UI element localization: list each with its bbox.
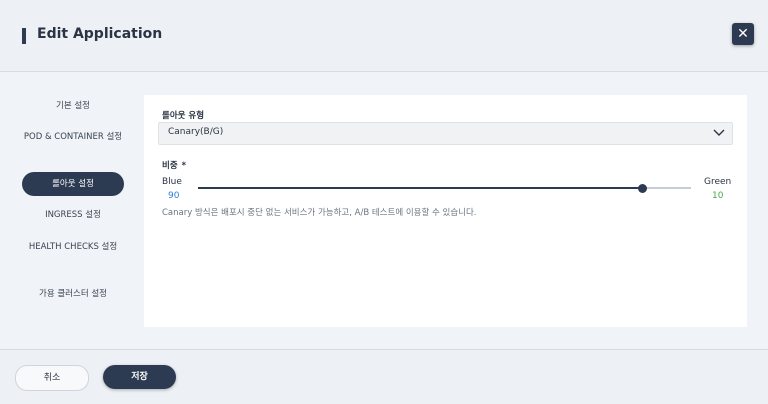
save-button[interactable]: 저장 (103, 365, 176, 389)
chevron-down-icon (713, 129, 725, 136)
sidebar-item-ingress[interactable]: INGRESS 설정 (22, 208, 124, 223)
close-button[interactable]: ✕ (732, 23, 754, 45)
weight-slider-fill (198, 187, 642, 189)
sidebar-item-basic[interactable]: 기본 설정 (22, 99, 124, 114)
sidebar-item-rollout[interactable]: 롤아웃 설정 (22, 172, 124, 196)
weight-label-text: 비중 (162, 161, 178, 171)
page-title: Edit Application (37, 26, 163, 42)
close-icon: ✕ (737, 26, 749, 42)
green-value: 10 (712, 191, 724, 201)
weight-slider-track[interactable] (198, 187, 691, 189)
sidebar-item-pod-container[interactable]: POD & CONTAINER 설정 (22, 130, 124, 145)
rollout-description: Canary 방식은 배포시 중단 없는 서비스가 가능하고, A/B 테스트에… (162, 208, 477, 218)
sidebar-item-clusters[interactable]: 가용 클러스터 설정 (22, 287, 124, 302)
required-mark: * (181, 161, 187, 171)
weight-slider-handle[interactable] (638, 184, 647, 193)
dialog-header: Edit Application ✕ (0, 0, 768, 72)
blue-value: 90 (168, 191, 180, 201)
rollout-type-label: 롤아웃 유형 (162, 111, 205, 121)
green-label: Green (704, 177, 732, 187)
sidebar-item-health-checks[interactable]: HEALTH CHECKS 설정 (22, 240, 124, 255)
sidebar-nav: 기본 설정 POD & CONTAINER 설정 롤아웃 설정 INGRESS … (0, 72, 144, 348)
dialog-footer: 취소 저장 (0, 349, 768, 404)
rollout-type-value: Canary(B/G) (168, 127, 224, 137)
rollout-type-select[interactable]: Canary(B/G) (158, 122, 733, 145)
weight-label: 비중 * (162, 159, 186, 171)
blue-label: Blue (162, 177, 182, 187)
title-accent-bar (22, 28, 26, 44)
cancel-button[interactable]: 취소 (15, 365, 89, 391)
rollout-settings-panel: 롤아웃 유형 Canary(B/G) 비중 * Blue 90 Green 10 … (144, 95, 747, 327)
